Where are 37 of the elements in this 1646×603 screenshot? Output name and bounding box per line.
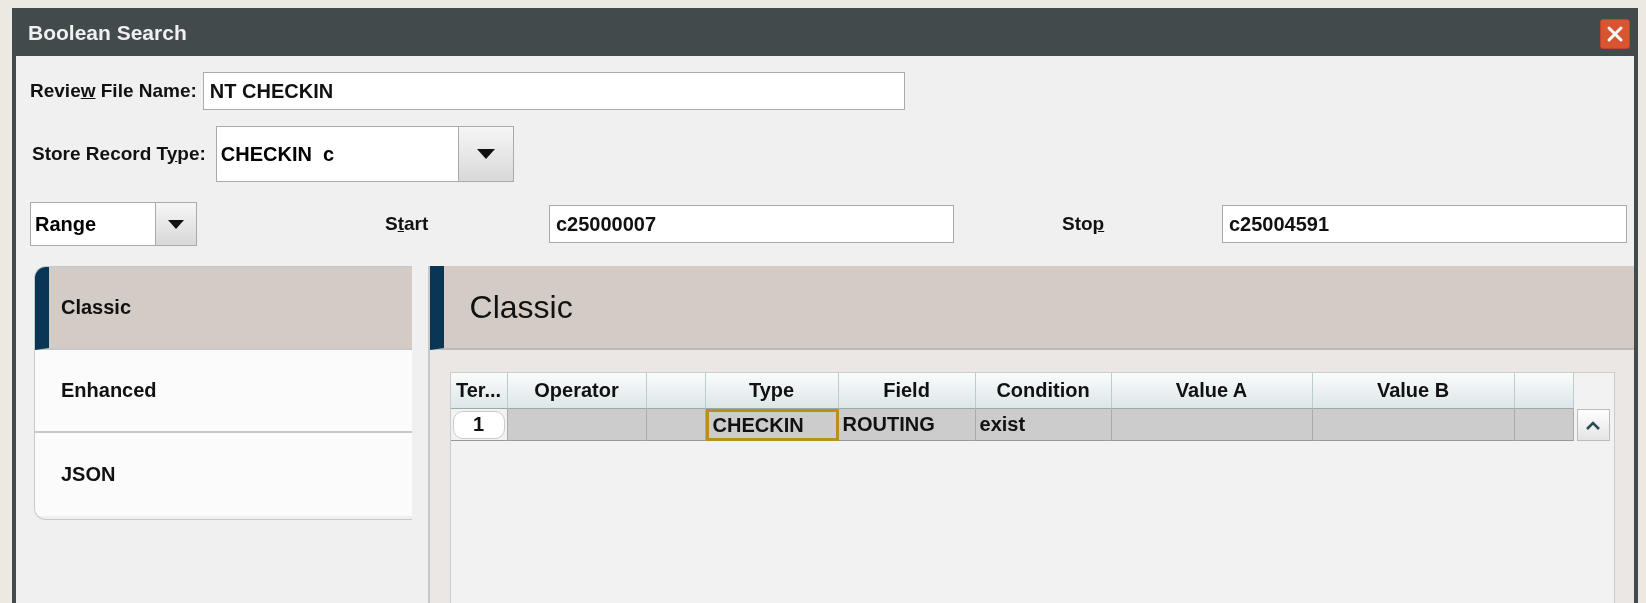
input-field[interactable]: c25004591 [1222,205,1627,243]
column-header[interactable]: Value A [1111,373,1313,409]
table-cell[interactable] [507,409,647,441]
table-cell[interactable]: CHECKIN [705,409,839,441]
column-header[interactable]: Condition [975,373,1112,409]
panel-title: Classic [469,288,573,326]
table-cell[interactable] [1111,409,1313,441]
close-icon [1605,24,1625,44]
field-label: Start [385,213,430,235]
column-header[interactable]: Value B [1312,373,1515,409]
chevron-up-icon [1586,420,1601,430]
caret-icon [168,219,184,229]
side-tab[interactable]: Classic [35,267,412,350]
field-label: Store Record Type: [32,143,206,165]
input-field[interactable]: c25000007 [549,205,954,243]
column-header[interactable] [646,373,706,409]
scroll-up-button[interactable] [1576,409,1610,441]
caret-icon [476,149,495,159]
column-header[interactable]: Field [838,373,976,409]
column-header[interactable]: Operator [507,373,647,409]
field-label: Stop [1062,213,1106,235]
table-cell[interactable]: ROUTING [838,409,976,441]
table-cell[interactable] [646,409,706,441]
table-cell[interactable]: exist [975,409,1112,441]
record-type-dropdown[interactable]: CHECKIN c [215,126,514,182]
table-cell[interactable] [1514,409,1574,441]
field-label: Review File Name: [30,80,197,102]
row-number[interactable]: 1 [452,410,505,439]
window-title: Boolean Search [28,21,187,45]
column-header[interactable]: Type [705,373,839,409]
side-tab[interactable]: Enhanced [35,350,412,433]
close-button[interactable] [1600,19,1630,49]
table-cell[interactable] [1312,409,1515,441]
side-tab[interactable]: JSON [35,433,412,516]
column-header[interactable]: Ter... [450,373,508,409]
input-field[interactable]: NT CHECKIN [202,72,905,110]
range-dropdown[interactable]: Range [30,202,197,246]
